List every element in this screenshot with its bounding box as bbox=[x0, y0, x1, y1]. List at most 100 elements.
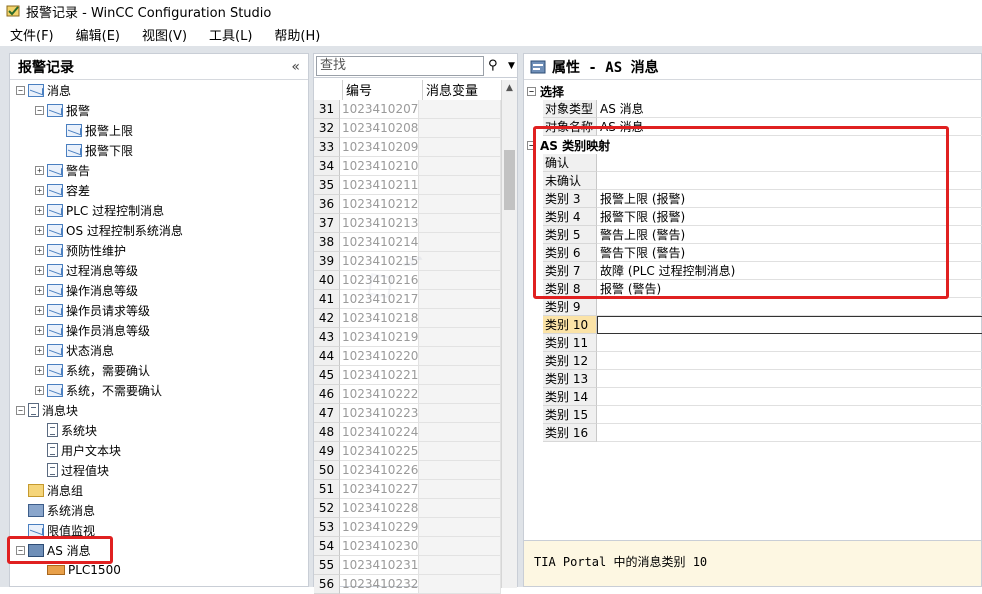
table-row[interactable]: 51 1023410227 bbox=[314, 480, 501, 499]
message-number-cell[interactable]: 1023410220 bbox=[340, 347, 419, 366]
collapse-panel-icon[interactable]: « bbox=[291, 59, 300, 75]
expand-toggle-icon[interactable]: + bbox=[35, 385, 44, 395]
property-value[interactable] bbox=[597, 406, 982, 424]
table-row[interactable]: 47 1023410223 bbox=[314, 404, 501, 423]
message-variable-cell[interactable] bbox=[419, 537, 501, 556]
message-variable-cell[interactable] bbox=[419, 423, 501, 442]
expand-toggle-icon[interactable]: + bbox=[35, 165, 44, 175]
tree-item[interactable]: + 容差 bbox=[35, 180, 90, 200]
expand-toggle-icon[interactable]: − bbox=[35, 105, 44, 115]
expand-toggle-icon[interactable]: + bbox=[35, 285, 44, 295]
message-number-cell[interactable]: 1023410230 bbox=[340, 537, 419, 556]
tree-item[interactable]: + 系统，不需要确认 bbox=[35, 380, 162, 400]
tree-item[interactable]: 消息组 bbox=[16, 480, 83, 500]
table-row[interactable]: 39 1023410215 bbox=[314, 252, 501, 271]
table-row[interactable]: 50 1023410226 bbox=[314, 461, 501, 480]
message-number-cell[interactable]: 1023410225 bbox=[340, 442, 419, 461]
table-row[interactable]: 34 1023410210 bbox=[314, 157, 501, 176]
table-row[interactable]: 35 1023410211 bbox=[314, 176, 501, 195]
message-number-cell[interactable]: 1023410208 bbox=[340, 119, 419, 138]
table-row[interactable]: 41 1023410217 bbox=[314, 290, 501, 309]
message-variable-cell[interactable] bbox=[419, 214, 501, 233]
table-row[interactable]: 54 1023410230 bbox=[314, 537, 501, 556]
tree-item[interactable]: + OS 过程控制系统消息 bbox=[35, 220, 183, 240]
message-number-cell[interactable]: 1023410218 bbox=[340, 309, 419, 328]
scroll-thumb[interactable] bbox=[504, 150, 515, 210]
message-variable-cell[interactable] bbox=[419, 575, 501, 594]
table-row[interactable]: 53 1023410229 bbox=[314, 518, 501, 537]
tree-item[interactable]: 报警下限 bbox=[54, 140, 133, 160]
tree-item[interactable]: 过程值块 bbox=[35, 460, 109, 480]
collapse-selection-icon[interactable]: − bbox=[527, 86, 536, 96]
table-row[interactable]: 44 1023410220 bbox=[314, 347, 501, 366]
message-number-cell[interactable]: 1023410222 bbox=[340, 385, 419, 404]
message-number-cell[interactable]: 1023410213 bbox=[340, 214, 419, 233]
message-number-cell[interactable]: 1023410214 bbox=[340, 233, 419, 252]
tree-item[interactable]: − 消息块 bbox=[16, 400, 78, 420]
property-row[interactable]: 类别 16 bbox=[543, 424, 982, 442]
tree-item[interactable]: − 消息 bbox=[16, 80, 71, 100]
tree-item[interactable]: + 状态消息 bbox=[35, 340, 114, 360]
table-row[interactable]: 45 1023410221 bbox=[314, 366, 501, 385]
table-row[interactable]: 31 1023410207 bbox=[314, 100, 501, 119]
expand-toggle-icon[interactable]: + bbox=[35, 225, 44, 235]
tree-item[interactable]: + 系统，需要确认 bbox=[35, 360, 150, 380]
message-variable-cell[interactable] bbox=[419, 195, 501, 214]
menu-file[interactable]: 文件(F) bbox=[10, 25, 54, 44]
tree-item[interactable]: 系统块 bbox=[35, 420, 97, 440]
table-row[interactable]: 49 1023410225 bbox=[314, 442, 501, 461]
message-variable-cell[interactable] bbox=[419, 385, 501, 404]
table-row[interactable]: 38 1023410214 bbox=[314, 233, 501, 252]
expand-toggle-icon[interactable]: + bbox=[35, 265, 44, 275]
tree-item[interactable]: − 报警 bbox=[35, 100, 90, 120]
message-variable-cell[interactable] bbox=[419, 271, 501, 290]
tree-item[interactable]: 报警上限 bbox=[54, 120, 133, 140]
property-row[interactable]: 对象类型 AS 消息 bbox=[543, 100, 982, 118]
search-input[interactable]: 查找 bbox=[316, 55, 484, 76]
message-number-cell[interactable]: 1023410209 bbox=[340, 138, 419, 157]
tree-item[interactable]: + 警告 bbox=[35, 160, 90, 180]
tree-item[interactable]: + 操作员消息等级 bbox=[35, 320, 150, 340]
message-number-cell[interactable]: 1023410212 bbox=[340, 195, 419, 214]
column-number-header[interactable]: 编号 bbox=[342, 80, 422, 100]
message-number-cell[interactable]: 1023410216 bbox=[340, 271, 419, 290]
message-number-cell[interactable]: 1023410232 bbox=[340, 575, 419, 594]
property-row[interactable]: 类别 15 bbox=[543, 406, 982, 424]
table-row[interactable]: 33 1023410209 bbox=[314, 138, 501, 157]
message-number-cell[interactable]: 1023410219 bbox=[340, 328, 419, 347]
message-variable-cell[interactable] bbox=[419, 138, 501, 157]
menu-help[interactable]: 帮助(H) bbox=[274, 25, 320, 44]
expand-toggle-icon[interactable]: + bbox=[35, 205, 44, 215]
property-row[interactable]: 类别 13 bbox=[543, 370, 982, 388]
expand-toggle-icon[interactable]: − bbox=[16, 85, 25, 95]
message-number-cell[interactable]: 1023410228 bbox=[340, 499, 419, 518]
tree-item[interactable]: + 过程消息等级 bbox=[35, 260, 138, 280]
message-variable-cell[interactable] bbox=[419, 518, 501, 537]
tree-item[interactable]: + 操作员请求等级 bbox=[35, 300, 150, 320]
message-number-cell[interactable]: 1023410221 bbox=[340, 366, 419, 385]
message-number-cell[interactable]: 1023410224 bbox=[340, 423, 419, 442]
message-variable-cell[interactable] bbox=[419, 233, 501, 252]
message-variable-cell[interactable] bbox=[419, 442, 501, 461]
message-variable-cell[interactable] bbox=[419, 328, 501, 347]
message-variable-cell[interactable] bbox=[419, 347, 501, 366]
table-row[interactable]: 52 1023410228 bbox=[314, 499, 501, 518]
property-row[interactable]: 类别 9 bbox=[543, 298, 982, 316]
dropdown-arrow-icon[interactable]: ▼ bbox=[508, 61, 515, 71]
message-number-cell[interactable]: 1023410229 bbox=[340, 518, 419, 537]
table-row[interactable]: 55 1023410231 bbox=[314, 556, 501, 575]
message-number-cell[interactable]: 1023410227 bbox=[340, 480, 419, 499]
message-number-cell[interactable]: 1023410211 bbox=[340, 176, 419, 195]
tree-item[interactable]: + 预防性维护 bbox=[35, 240, 126, 260]
expand-toggle-icon[interactable]: + bbox=[35, 305, 44, 315]
property-value[interactable] bbox=[597, 316, 982, 334]
message-variable-cell[interactable] bbox=[419, 499, 501, 518]
menu-tools[interactable]: 工具(L) bbox=[209, 25, 252, 44]
table-row[interactable]: 56 1023410232 bbox=[314, 575, 501, 594]
tree-item[interactable]: 系统消息 bbox=[16, 500, 95, 520]
expand-toggle-icon[interactable]: + bbox=[35, 345, 44, 355]
tree-item[interactable]: + PLC 过程控制消息 bbox=[35, 200, 164, 220]
property-value[interactable] bbox=[597, 352, 982, 370]
message-number-cell[interactable]: 1023410207 bbox=[340, 100, 419, 119]
column-message-variable-header[interactable]: 消息变量 bbox=[422, 80, 504, 100]
